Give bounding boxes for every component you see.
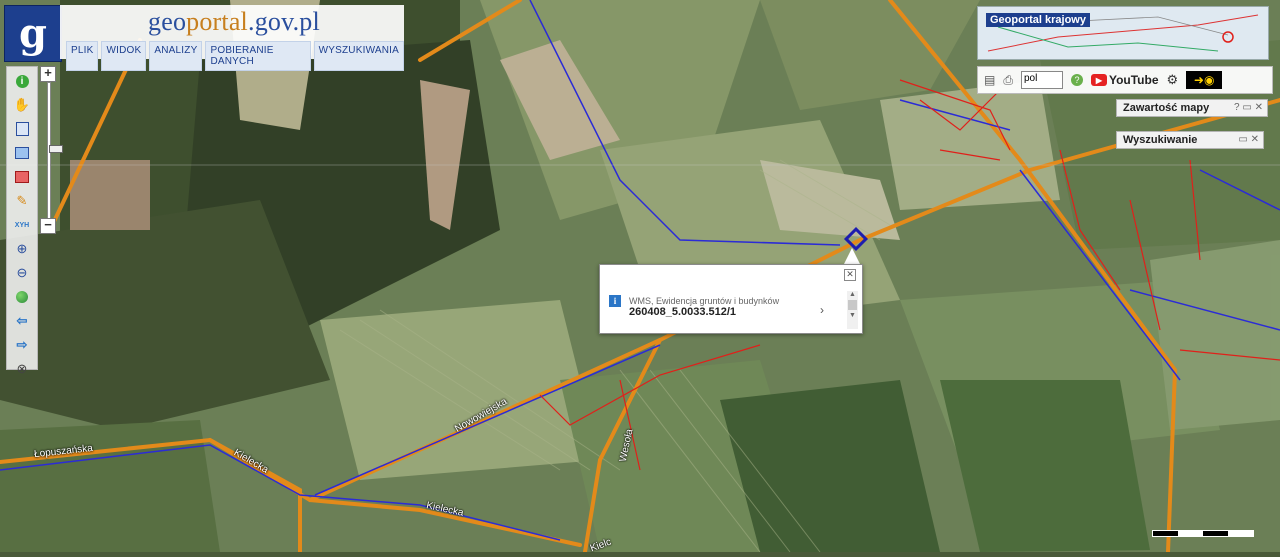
accessibility-icon[interactable]: ⚙	[1167, 72, 1179, 88]
zoom-thumb[interactable]	[49, 145, 63, 153]
chevron-right-icon[interactable]: ›	[820, 303, 824, 317]
panel-search-buttons[interactable]: ▭ ✕	[1238, 134, 1259, 145]
overview-map[interactable]: Geoportal krajowy	[977, 6, 1269, 60]
youtube-label: YouTube	[1108, 73, 1159, 87]
popup-pointer	[844, 248, 860, 264]
menu-wyszukiwania[interactable]: WYSZUKIWANIA	[313, 41, 404, 71]
logo-glyph: g	[19, 9, 47, 57]
pencil-icon[interactable]: ✎	[11, 191, 33, 211]
overview-title: Geoportal krajowy	[986, 13, 1090, 27]
measure-icon[interactable]: ⊗	[11, 359, 33, 379]
layers-icon[interactable]	[11, 119, 33, 139]
contrast-eye-icon[interactable]: ➜◉	[1186, 71, 1223, 89]
printer-icon[interactable]: ⎙	[1003, 73, 1013, 88]
panel-map-contents-buttons[interactable]: ? ▭ ✕	[1234, 102, 1263, 113]
zoom-out-icon[interactable]: ⊖	[11, 263, 33, 283]
menu-pobieranie-danych[interactable]: POBIERANIE DANYCH	[205, 41, 311, 71]
top-controls: ▤ ⎙ pol ? ▶ YouTube ⚙ ➜◉	[977, 66, 1273, 94]
back-arrow-icon[interactable]: ⇦	[11, 311, 33, 331]
panel-map-contents-title: Zawartość mapy	[1123, 102, 1210, 114]
geoportal-logo[interactable]: g	[4, 5, 62, 62]
popup-layer-name: WMS, Ewidencja gruntów i budynków	[629, 296, 780, 306]
globe-icon[interactable]	[11, 287, 33, 307]
header-bar: geoportal.gov.pl PLIK WIDOK ANALIZY POBI…	[60, 5, 404, 71]
panel-search[interactable]: Wyszukiwanie ▭ ✕	[1116, 131, 1264, 149]
info-icon: i	[609, 295, 621, 307]
scale-bar	[1152, 530, 1254, 537]
menu-plik[interactable]: PLIK	[66, 41, 99, 71]
popup-parcel-id[interactable]: 260408_5.0033.512/1	[629, 306, 736, 318]
site-title: geoportal.gov.pl	[148, 7, 320, 37]
main-menu: PLIK WIDOK ANALIZY POBIERANIE DANYCH WYS…	[66, 41, 404, 71]
add-layer-icon[interactable]	[11, 143, 33, 163]
xyz-icon[interactable]: XYH	[11, 215, 33, 235]
zoom-in-icon[interactable]: ⊕	[11, 239, 33, 259]
site-title-suffix: .gov.pl	[248, 7, 320, 36]
youtube-icon: ▶	[1090, 74, 1107, 86]
site-title-emphasis: portal	[186, 7, 248, 36]
print-icon[interactable]: ▤	[984, 73, 995, 87]
menu-analizy[interactable]: ANALIZY	[149, 41, 203, 71]
zoom-track[interactable]	[47, 82, 63, 220]
help-icon[interactable]: ?	[1070, 74, 1083, 86]
popup-close-button[interactable]: ✕	[844, 269, 856, 281]
menu-widok[interactable]: WIDOK	[101, 41, 147, 71]
forward-arrow-icon[interactable]: ⇨	[11, 335, 33, 355]
zoom-plus-button[interactable]: +	[40, 66, 56, 82]
feature-info-popup: ✕ i WMS, Ewidencja gruntów i budynków 26…	[599, 264, 863, 334]
youtube-link[interactable]: ▶ YouTube	[1090, 73, 1159, 87]
panel-map-contents[interactable]: Zawartość mapy ? ▭ ✕	[1116, 99, 1268, 117]
remove-layer-icon[interactable]	[11, 167, 33, 187]
popup-scrollbar[interactable]: ▲ ▼	[847, 291, 858, 329]
info-icon[interactable]: i	[11, 71, 33, 91]
left-toolbar: i ✋ ✎ XYH ⊕ ⊖ ⇦ ⇨ ⊗	[6, 66, 38, 376]
panel-search-title: Wyszukiwanie	[1123, 134, 1198, 146]
zoom-minus-button[interactable]: −	[40, 218, 56, 234]
language-select[interactable]: pol	[1020, 71, 1063, 89]
pan-hand-icon[interactable]: ✋	[11, 95, 33, 115]
site-title-prefix: geo	[148, 7, 187, 36]
zoom-slider: + −	[40, 66, 63, 234]
